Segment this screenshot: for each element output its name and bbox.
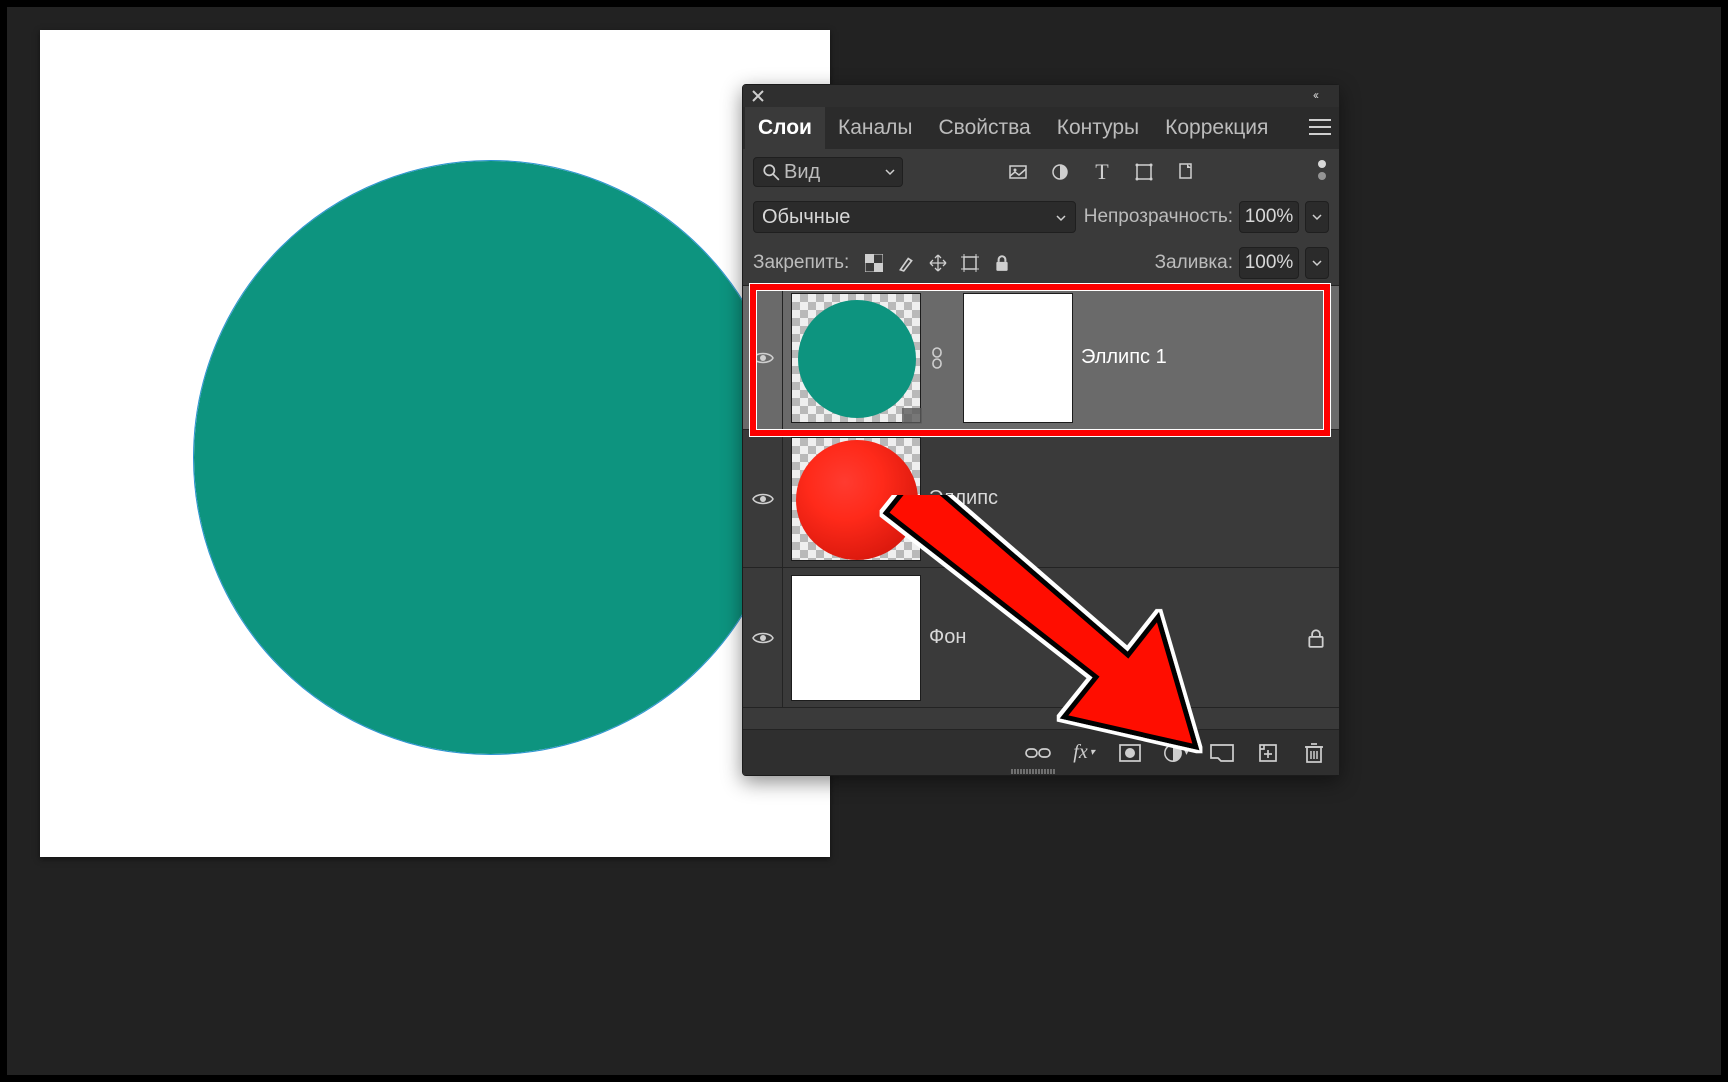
fill-label: Заливка: — [1155, 252, 1233, 274]
layer-visibility-toggle[interactable] — [743, 430, 783, 567]
layer-visibility-toggle[interactable] — [743, 568, 783, 707]
layer-name[interactable]: Эллипс — [929, 487, 998, 510]
filter-text-icon[interactable]: T — [1091, 161, 1113, 183]
panel-menu-icon[interactable] — [1309, 119, 1331, 135]
panel-tabs: Слои Каналы Свойства Контуры Коррекция — [743, 107, 1339, 149]
filter-adjustment-icon[interactable] — [1049, 161, 1071, 183]
blend-mode-value: Обычные — [762, 206, 850, 229]
lock-position-icon[interactable] — [929, 254, 947, 272]
new-layer-icon[interactable] — [1255, 740, 1281, 766]
delete-layer-icon[interactable] — [1301, 740, 1327, 766]
tab-layers[interactable]: Слои — [745, 107, 825, 149]
search-icon — [762, 163, 780, 181]
ellipse-shape[interactable] — [194, 161, 787, 754]
tab-channels[interactable]: Каналы — [825, 107, 926, 149]
tab-adjustments[interactable]: Коррекция — [1152, 107, 1281, 149]
lock-artboard-icon[interactable] — [961, 254, 979, 272]
filter-pixel-icon[interactable] — [1007, 161, 1029, 183]
blend-mode-dropdown[interactable]: Обычные — [753, 201, 1076, 233]
layer-fx-icon[interactable]: fx▾ — [1071, 740, 1097, 766]
lock-paint-icon[interactable] — [897, 254, 915, 272]
collapse-icon[interactable]: ‹‹ — [1313, 88, 1333, 102]
layers-list: Эллипс 1 Эллипс — [743, 285, 1339, 708]
layer-row-ellipse[interactable]: Эллипс — [743, 430, 1339, 568]
opacity-value[interactable]: 100% — [1239, 201, 1299, 233]
lock-label: Закрепить: — [753, 252, 849, 274]
opacity-label: Непрозрачность: — [1084, 206, 1233, 228]
chevron-down-icon — [884, 166, 896, 178]
layer-row-background[interactable]: Фон — [743, 568, 1339, 708]
layer-mask-link-icon[interactable] — [929, 347, 955, 369]
panel-header[interactable]: ‹‹ — [743, 85, 1339, 107]
layers-panel-footer: fx▾ ▾ — [743, 729, 1339, 775]
tab-properties[interactable]: Свойства — [926, 107, 1044, 149]
new-group-icon[interactable] — [1209, 740, 1235, 766]
layer-name[interactable]: Эллипс 1 — [1081, 346, 1167, 369]
layer-thumbnail[interactable] — [791, 575, 921, 701]
fill-stepper[interactable] — [1305, 247, 1329, 279]
layer-row-ellipse-1[interactable]: Эллипс 1 — [743, 286, 1339, 430]
chevron-down-icon — [1055, 212, 1067, 224]
layer-filter-dropdown[interactable]: Вид — [753, 157, 903, 187]
link-layers-icon[interactable] — [1025, 740, 1051, 766]
layer-visibility-toggle[interactable] — [743, 286, 783, 429]
opacity-stepper[interactable] — [1305, 201, 1329, 233]
layer-thumbnail[interactable] — [791, 293, 921, 423]
layer-mask-thumbnail[interactable] — [963, 293, 1073, 423]
layer-name[interactable]: Фон — [929, 626, 966, 649]
close-icon[interactable] — [751, 89, 765, 103]
filter-smartobject-icon[interactable] — [1175, 161, 1197, 183]
panel-resize-grip[interactable] — [1011, 769, 1071, 774]
lock-all-icon[interactable] — [993, 254, 1011, 272]
lock-transparency-icon[interactable] — [865, 254, 883, 272]
lock-icon[interactable] — [1307, 628, 1325, 648]
new-adjustment-layer-icon[interactable]: ▾ — [1163, 740, 1189, 766]
tab-paths[interactable]: Контуры — [1044, 107, 1152, 149]
layer-filter-label: Вид — [784, 161, 820, 184]
layers-panel: ‹‹ Слои Каналы Свойства Контуры Коррекци… — [742, 84, 1340, 776]
fill-value[interactable]: 100% — [1239, 247, 1299, 279]
document-canvas[interactable] — [40, 30, 830, 857]
filter-shape-icon[interactable] — [1133, 161, 1155, 183]
filter-toggle[interactable] — [1315, 160, 1329, 184]
add-mask-icon[interactable] — [1117, 740, 1143, 766]
layer-thumbnail[interactable] — [791, 437, 921, 561]
